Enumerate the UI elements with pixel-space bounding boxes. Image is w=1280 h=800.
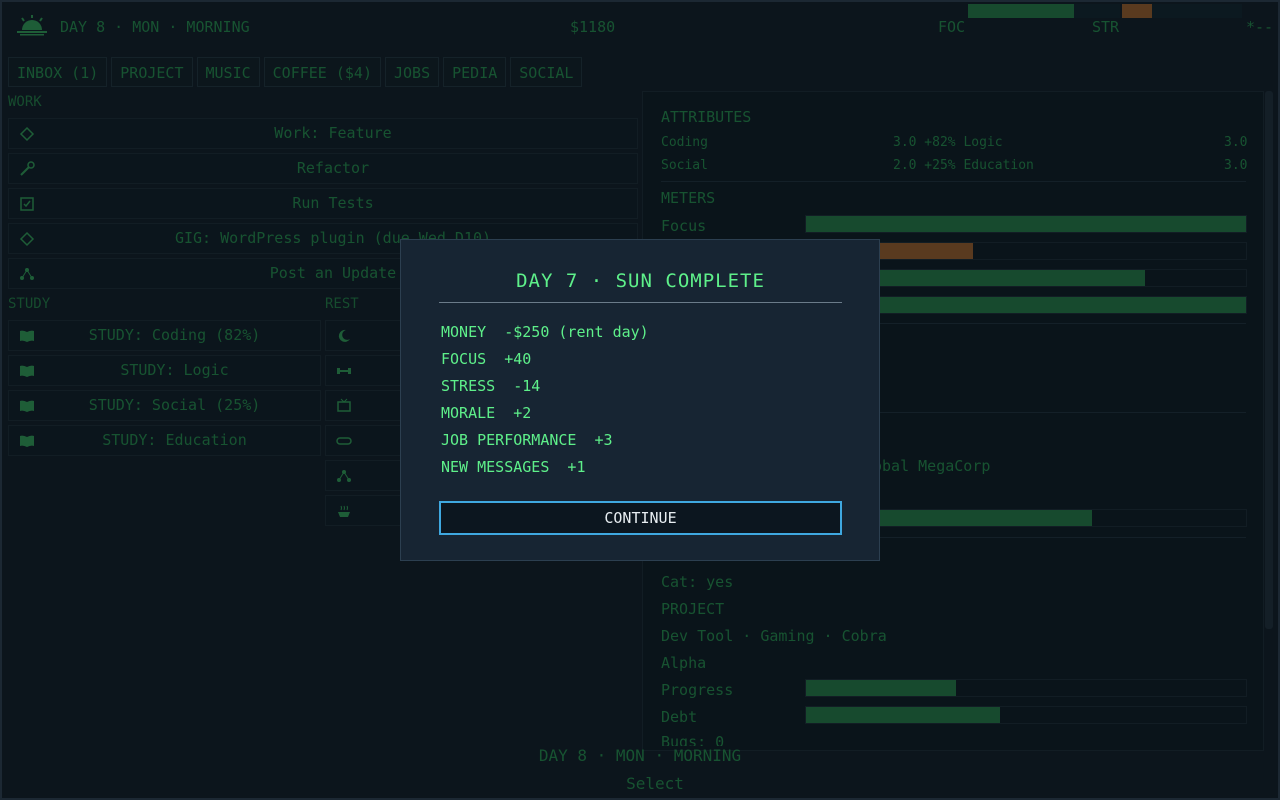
stats-scrollbar[interactable] [1265,91,1273,629]
diamond-icon [19,231,35,247]
progress-label: Progress [661,681,734,699]
tab-music[interactable]: MUSIC [196,57,260,87]
extra-indicator: *-- [1246,18,1274,36]
run-tests-label: Run Tests [292,194,374,212]
progress-bar [805,679,1247,697]
attr-coding-value: 3.0 [1224,135,1248,150]
dialog-title: DAY 7 · SUN COMPLETE [516,270,765,292]
sunrise-icon [17,15,47,36]
rest-tv-button[interactable] [325,390,405,421]
tv-icon [337,398,351,412]
tab-social[interactable]: SOCIAL [510,57,583,87]
debt-bar [805,706,1247,724]
meter-focus-bar [805,215,1247,233]
rest-social-button[interactable] [325,460,405,491]
rest-gym-button[interactable] [325,355,405,386]
summary-morale: MORALE +2 [441,404,532,422]
tab-pedia[interactable]: PEDIA [443,57,507,87]
select-hint: Select [626,774,684,793]
study-coding-label: STUDY: Coding (82%) [88,326,261,344]
day-indicator: DAY 8 · MON · MORNING [60,18,250,36]
attr-social-detail: 2.0 +25% Education [893,158,1034,173]
book-icon [20,400,34,412]
attr-coding-detail: 3.0 +82% Logic [893,135,1003,150]
book-icon [20,365,34,377]
project-heading: PROJECT [661,600,725,618]
summary-new-messages: NEW MESSAGES +1 [441,458,586,476]
debt-label: Debt [661,708,698,726]
rest-game-button[interactable] [325,425,405,456]
share-icon [20,268,34,280]
summary-job-performance: JOB PERFORMANCE +3 [441,431,613,449]
dialog-divider [439,302,842,303]
meter-focus-label: Focus [661,217,707,235]
tab-coffee[interactable]: COFFEE ($4) [263,57,381,87]
diamond-icon [19,126,35,142]
rest-bath-button[interactable] [325,495,405,526]
book-icon [20,330,34,342]
gamepad-icon [336,437,352,445]
study-social-button[interactable]: STUDY: Social (25%) [8,390,321,421]
bottom-day-indicator: DAY 8 · MON · MORNING [538,746,742,765]
stress-label: STR [1092,18,1120,36]
summary-focus: FOCUS +40 [441,350,532,368]
study-section-label: STUDY [8,296,51,312]
attr-coding-name: Coding [661,135,708,150]
refactor-label: Refactor [296,159,370,177]
work-section-label: WORK [8,94,42,110]
focus-label: FOC [938,18,966,36]
attr-social-name: Social [661,158,708,173]
focus-mini-bar [968,4,1120,18]
attr-social-value: 3.0 [1224,158,1248,173]
bugs-label-cut: Bugs: 0 [661,733,725,746]
divider [661,181,1246,182]
study-education-label: STUDY: Education [102,431,247,449]
work-feature-button[interactable]: Work: Feature [8,118,638,149]
book-icon [20,435,34,447]
rest-sleep-button[interactable] [325,320,405,351]
wrench-icon [20,161,35,176]
meters-heading: METERS [661,189,716,207]
day-complete-dialog: DAY 7 · SUN COMPLETE MONEY -$250 (rent d… [400,239,880,561]
money-display: $1180 [570,18,616,36]
study-education-button[interactable]: STUDY: Education [8,425,321,456]
study-logic-label: STUDY: Logic [120,361,229,379]
rest-section-label: REST [325,296,359,312]
stress-mini-bar [1122,4,1242,18]
top-status-bar: DAY 8 · MON · MORNING $1180 FOC STR *-- [0,0,1280,56]
summary-money: MONEY -$250 (rent day) [441,323,649,341]
study-social-label: STUDY: Social (25%) [88,396,261,414]
tab-inbox[interactable]: INBOX (1) [8,57,108,87]
study-coding-button[interactable]: STUDY: Coding (82%) [8,320,321,351]
work-feature-label: Work: Feature [274,124,392,142]
attributes-heading: ATTRIBUTES [661,108,752,126]
checkbox-icon [20,197,34,211]
project-name: Alpha [661,654,707,672]
moon-icon [338,329,350,342]
dumbbell-icon [337,368,351,374]
summary-stress: STRESS -14 [441,377,541,395]
share-icon [337,470,351,482]
refactor-button[interactable]: Refactor [8,153,638,184]
tab-project[interactable]: PROJECT [111,57,193,87]
cat-status: Cat: yes [661,573,734,591]
main-tabs: INBOX (1) PROJECT MUSIC COFFEE ($4) JOBS… [8,57,583,87]
run-tests-button[interactable]: Run Tests [8,188,638,219]
employer-name: obal MegaCorp [873,457,991,475]
bath-icon [338,505,350,517]
study-logic-button[interactable]: STUDY: Logic [8,355,321,386]
tab-jobs[interactable]: JOBS [385,57,440,87]
continue-button[interactable]: CONTINUE [439,501,842,535]
project-description: Dev Tool · Gaming · Cobra [661,627,887,645]
